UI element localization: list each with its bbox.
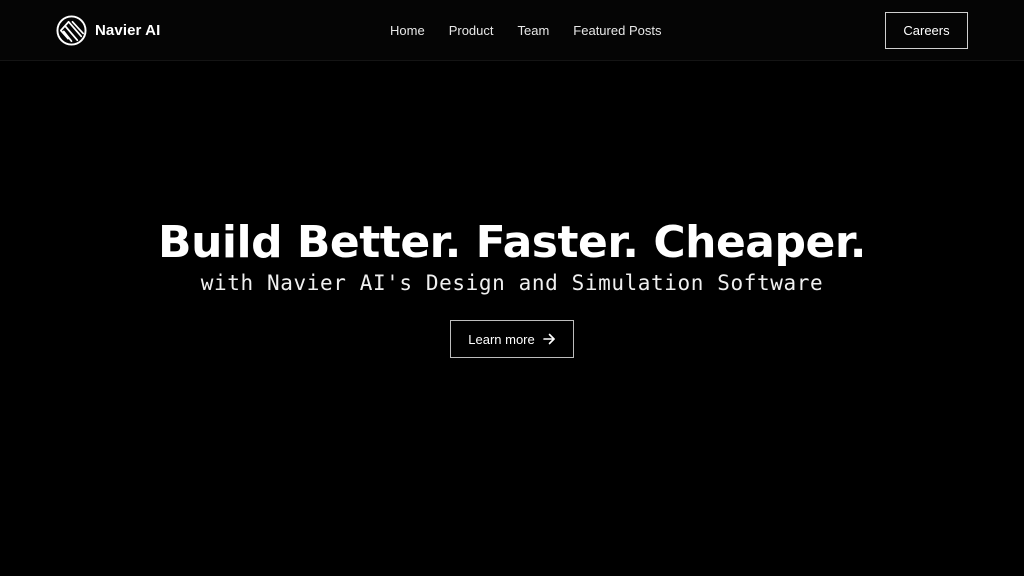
careers-button[interactable]: Careers <box>885 12 968 49</box>
hero-subtitle: with Navier AI's Design and Simulation S… <box>200 271 824 295</box>
brand-link[interactable]: Navier AI <box>56 15 160 46</box>
navier-logo-icon <box>56 15 87 46</box>
main-nav: Home Product Team Featured Posts <box>378 0 673 61</box>
landing-page: Navier AI Home Product Team Featured Pos… <box>0 0 1024 576</box>
hero-title: Build Better. Faster. Cheaper. <box>158 217 866 268</box>
nav-link-home[interactable]: Home <box>390 23 425 38</box>
hero-section: Build Better. Faster. Cheaper. with Navi… <box>0 61 1024 576</box>
learn-more-label: Learn more <box>468 331 535 347</box>
site-header: Navier AI Home Product Team Featured Pos… <box>0 0 1024 61</box>
nav-link-featured-posts[interactable]: Featured Posts <box>573 23 661 38</box>
arrow-right-icon <box>542 333 555 345</box>
learn-more-button[interactable]: Learn more <box>450 320 574 358</box>
brand-name: Navier AI <box>95 22 161 39</box>
nav-link-product[interactable]: Product <box>449 23 494 38</box>
nav-link-team[interactable]: Team <box>518 23 550 38</box>
